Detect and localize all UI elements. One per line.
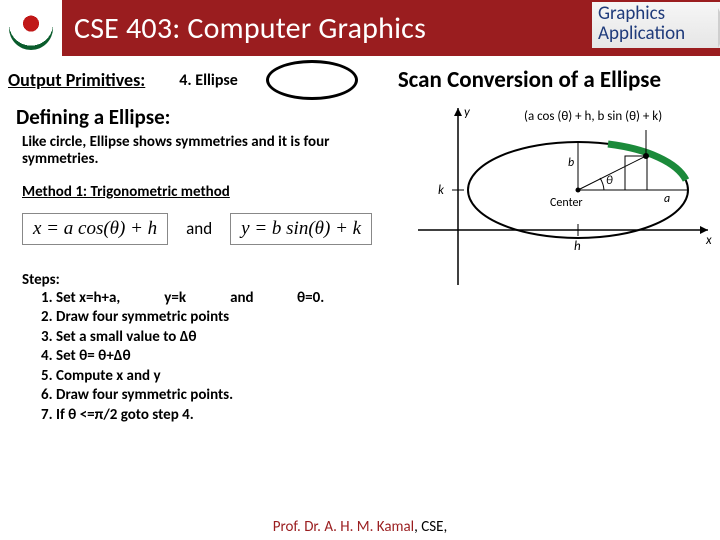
- formula-and: and: [186, 218, 212, 239]
- output-primitives-label: Output Primitives:: [8, 69, 145, 91]
- list-item: Set a small value to Δθ: [56, 328, 708, 348]
- steps-list: Set x=h+a, y=k and θ=0. Draw four symmet…: [56, 289, 708, 426]
- logo-circle: [9, 6, 53, 50]
- list-item: Draw four symmetric points.: [56, 386, 708, 406]
- corner-line1: Graphics: [598, 4, 714, 24]
- corner-line2: Application: [598, 24, 714, 44]
- subheader: Output Primitives: 4. Ellipse Scan Conve…: [0, 56, 720, 100]
- footer: Prof. Dr. A. H. M. Kamal, CSE,: [273, 518, 447, 536]
- list-item: Set x=h+a, y=k and θ=0.: [56, 289, 708, 309]
- list-item: Draw four symmetric points: [56, 308, 708, 328]
- ellipse-diagram: x y θ b a Center k h (a cos (θ) + h, b s…: [408, 100, 714, 290]
- course-title: CSE 403: Computer Graphics: [74, 10, 426, 47]
- center-label: Center: [550, 196, 583, 210]
- list-item: If θ <=π/2 goto step 4.: [56, 406, 708, 426]
- steps-block: Steps: Set x=h+a, y=k and θ=0. Draw four…: [22, 271, 708, 426]
- b-label: b: [568, 156, 574, 170]
- point-label: (a cos (θ) + h, b sin (θ) + k): [524, 109, 662, 124]
- list-item: Compute x and y: [56, 367, 708, 387]
- corner-label: Graphics Application: [592, 2, 720, 48]
- formula-x: x = a cos(θ) + h: [22, 213, 168, 245]
- formula-y: y = b sin(θ) + k: [230, 213, 372, 245]
- footer-rest: , CSE,: [414, 518, 447, 536]
- y-axis-label: y: [464, 105, 471, 120]
- step1-c: and: [230, 289, 254, 309]
- list-item: Set θ= θ+Δθ: [56, 347, 708, 367]
- intro-text: Like circle, Ellipse shows symmetries an…: [22, 134, 342, 169]
- topic-label: 4. Ellipse: [179, 71, 238, 90]
- step1-d: θ=0.: [297, 289, 324, 307]
- k-label: k: [438, 183, 445, 198]
- university-logo: [0, 0, 62, 56]
- scan-conversion-title: Scan Conversion of a Ellipse: [398, 66, 661, 94]
- x-axis-label: x: [705, 233, 712, 248]
- a-label: a: [664, 192, 670, 206]
- footer-name: Prof. Dr. A. H. M. Kamal: [273, 518, 414, 536]
- ellipse-icon: [266, 60, 358, 100]
- theta-label: θ: [606, 174, 613, 188]
- step1-a: Set x=h+a,: [56, 289, 120, 309]
- step1-b: y=k: [164, 289, 186, 309]
- header-bar: CSE 403: Computer Graphics Graphics Appl…: [0, 0, 720, 56]
- h-label: h: [574, 239, 581, 254]
